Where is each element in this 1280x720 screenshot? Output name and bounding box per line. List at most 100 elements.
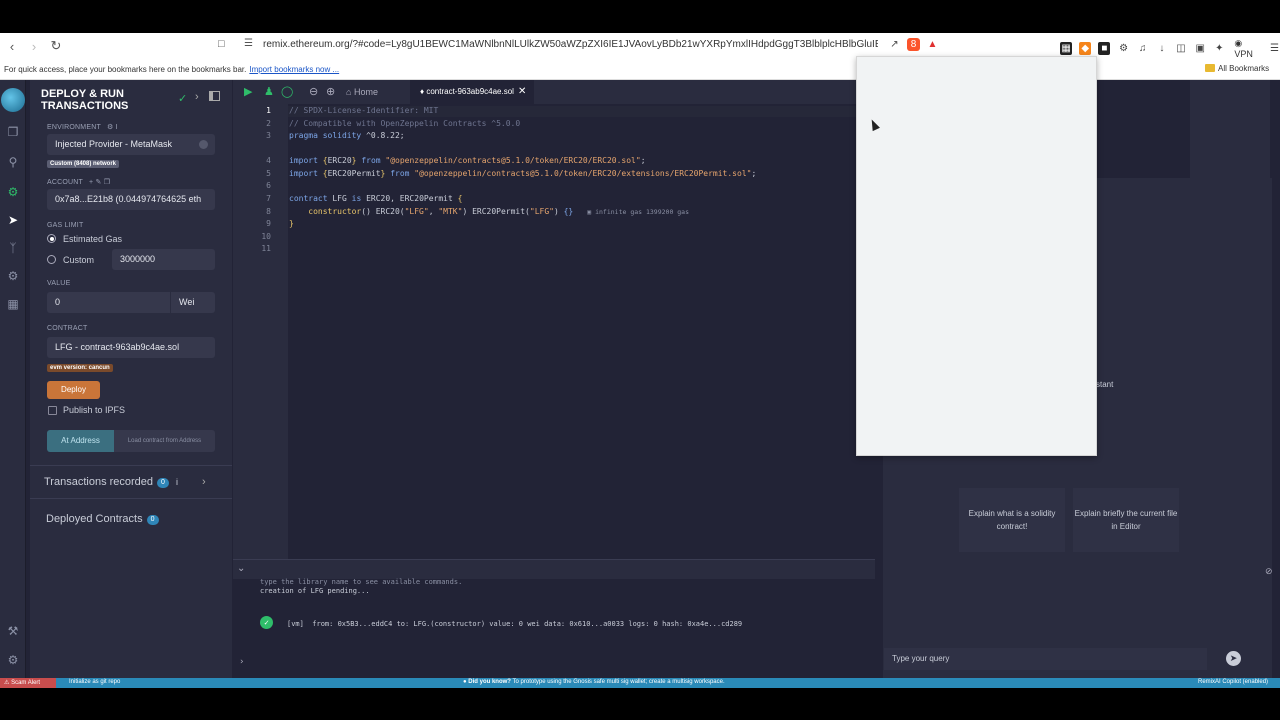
code-line: import {ERC20Permit} from "@openzeppelin… [289,169,757,178]
clear-icon[interactable]: ⊘ [1265,566,1273,577]
leo-ai-icon[interactable]: ✦ [1213,42,1225,55]
chevron-right-icon[interactable]: › [202,476,206,488]
settings-gear-icon[interactable]: ⚙ [5,652,21,668]
debugger-icon[interactable]: ⚙ [5,268,21,284]
chevron-down-icon[interactable]: ⌄ [237,563,245,574]
transaction-log-line[interactable]: [vm] from: 0x5B3...eddC4 to: LFG.(constr… [287,620,742,628]
divider [30,498,232,499]
menu-icon[interactable]: ☰ [1268,42,1280,55]
environment-value: Injected Provider - MetaMask [55,139,173,149]
tab-home[interactable]: ⌂ Home [346,87,378,97]
deployed-count-badge: 0 [146,515,159,525]
transactions-recorded-header[interactable]: Transactions recorded 0 i › [44,476,206,488]
brave-rewards-icon[interactable]: ▲ [926,38,939,51]
back-icon[interactable]: ‹ [2,39,22,54]
at-address-button[interactable]: At Address [47,430,114,452]
suggestion-solidity-contract[interactable]: Explain what is a solidity contract! [959,488,1065,552]
info-icon[interactable]: i [176,477,178,487]
scam-alert-label: Scam Alert [11,680,41,686]
download-icon[interactable]: ↓ [1156,42,1168,55]
environment-label: ENVIRONMENT ⚙ i [47,123,118,131]
estimated-gas-radio[interactable] [47,234,56,243]
solidity-compiler-icon[interactable]: ⚙ [5,184,21,200]
zoom-in-icon[interactable]: ⊕ [326,85,335,98]
vpn-button[interactable]: ◉ VPN [1234,38,1261,59]
plugin-manager-icon[interactable]: ⚒ [5,623,21,639]
plugin-icon[interactable]: ▦ [5,296,21,312]
check-icon: ✓ [178,93,188,105]
bookmarks-hint-text: For quick access, place your bookmarks h… [4,65,247,74]
contract-select[interactable]: LFG - contract-963ab9c4ae.sol [47,337,215,358]
deploy-run-panel: DEPLOY & RUN TRANSACTIONS ✓ › ENVIRONMEN… [30,80,232,678]
code-line: } [289,219,294,228]
value-label: VALUE [47,280,71,287]
ai-copilot-status[interactable]: RemixAI Copilot (enabled) [1198,679,1268,685]
custom-gas-radio[interactable] [47,255,56,264]
contract-label: CONTRACT [47,325,88,332]
send-icon[interactable]: ➤ [1226,651,1241,666]
tab-contract-file[interactable]: ♦ contract-963ab9c4ae.sol ✕ [410,80,534,104]
plus-icon[interactable]: + [89,179,93,186]
zoom-out-icon[interactable]: ⊖ [309,85,318,98]
init-git-repo-link[interactable]: Initialize as git repo [69,679,120,685]
account-label: ACCOUNT + ✎ ❐ [47,178,110,186]
sidebar-icon[interactable]: ◫ [1175,42,1187,55]
wallet-icon[interactable]: ▣ [1194,42,1206,55]
metamask-icon[interactable]: ◆ [1079,42,1092,55]
terminal-line: type the library name to see available c… [260,578,463,586]
metamask-popup-window[interactable] [856,56,1097,456]
network-indicator-icon [199,140,208,149]
value-input[interactable]: 0 [47,292,170,313]
load-contract-input[interactable]: Load contract from Address [114,430,215,452]
import-bookmarks-link[interactable]: Import bookmarks now ... [249,65,339,74]
copy-icon[interactable]: ❐ [104,179,110,186]
brave-shield-icon[interactable]: 8 [907,38,920,51]
wallet-extension-icon[interactable]: ■ [1098,42,1111,55]
address-bar[interactable]: remix.ethereum.org/?#code=Ly8gU1BEWC1MaW… [263,39,878,50]
mouse-cursor-icon [868,117,880,132]
run-icon[interactable]: ▶ [244,85,252,98]
media-icon[interactable]: ♫ [1137,42,1149,55]
puzzle-extensions-icon[interactable]: ⚙ [1117,42,1129,55]
chevron-right-icon[interactable]: › [195,91,199,103]
environment-select[interactable]: Injected Provider - MetaMask [47,134,215,155]
file-explorer-icon[interactable]: ❐ [5,124,21,140]
site-info-icon[interactable]: ☰ [244,38,253,49]
ai-icon[interactable]: ♟ [264,85,274,98]
ai-query-input[interactable]: Type your query [884,648,1207,670]
search-icon[interactable]: ⚲ [5,154,21,170]
value-unit-select[interactable]: Wei [171,292,215,313]
bookmark-icon[interactable]: □ [218,38,225,50]
code-editor[interactable]: // SPDX-License-Identifier: MIT // Compa… [288,104,875,559]
deploy-run-icon[interactable]: ➤ [5,212,21,228]
did-you-know-tip: ● Did you know? To prototype using the G… [463,679,725,685]
evm-version-badge: evm version: cancun [47,364,113,372]
close-icon[interactable]: ✕ [518,80,526,104]
plug-icon: ⚙ [106,124,114,131]
all-bookmarks-button[interactable]: All Bookmarks [1205,64,1269,73]
environment-label-text: ENVIRONMENT [47,124,101,131]
qr-extension-icon[interactable]: ▦ [1060,42,1073,55]
reload-icon[interactable]: ↻ [46,38,66,54]
tip-text: To prototype using the Gnosis safe multi… [512,679,725,685]
line-gutter: 1 2 3 4 5 6 7 8 9 10 11 [233,104,288,559]
toggle-icon[interactable]: ◯ [281,85,293,98]
info-icon[interactable]: i [116,124,118,131]
account-select[interactable]: 0x7a8...E21b8 (0.044974764625 eth [47,189,215,210]
line-number: 9 [266,219,271,228]
line-number: 6 [266,181,271,190]
dock-panel-icon[interactable] [209,91,220,101]
success-check-icon: ✓ [260,616,273,629]
share-icon[interactable]: ↗ [888,38,901,51]
git-icon[interactable]: ᛉ [5,240,21,256]
suggestion-explain-file[interactable]: Explain briefly the current file in Edit… [1073,488,1179,552]
forward-icon[interactable]: › [24,39,44,54]
transactions-count-badge: 0 [157,478,169,488]
edit-icon[interactable]: ✎ [96,179,102,186]
scam-alert-button[interactable]: ⚠ Scam Alert [0,678,56,688]
bookmarks-hint: For quick access, place your bookmarks h… [4,65,339,74]
remix-logo-icon[interactable] [1,88,25,112]
custom-gas-input[interactable]: 3000000 [112,249,215,270]
publish-ipfs-checkbox[interactable] [48,406,57,415]
deploy-button[interactable]: Deploy [47,381,100,399]
